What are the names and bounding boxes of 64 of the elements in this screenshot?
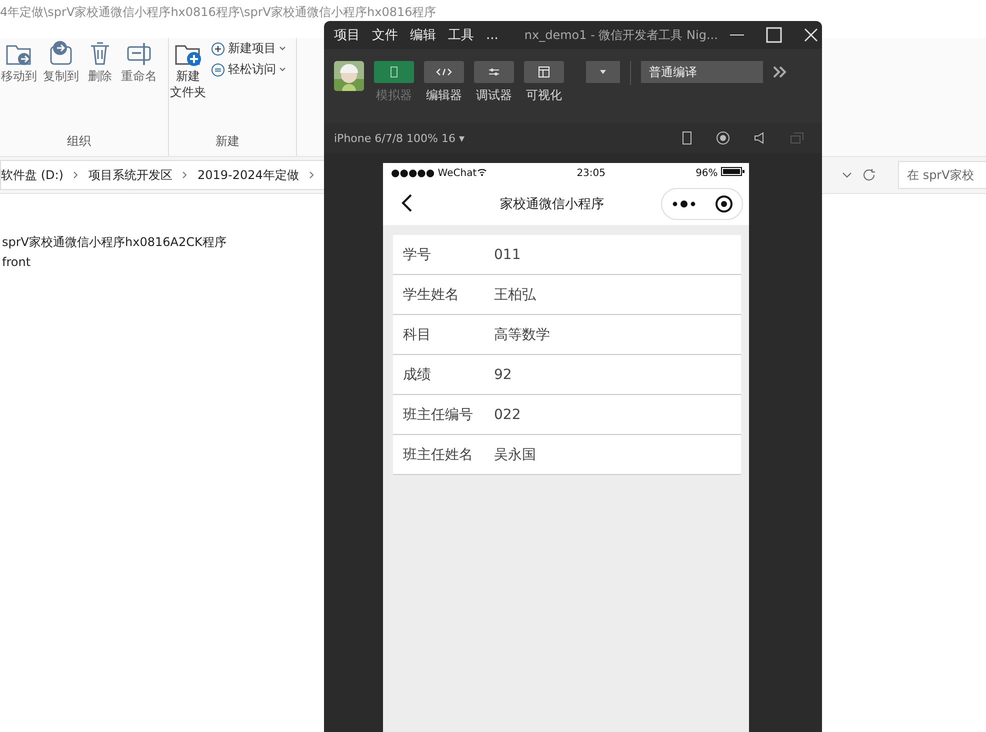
field-label: 班主任编号: [403, 406, 474, 424]
status-time: 23:05: [576, 168, 606, 178]
chevron-icon[interactable]: [842, 172, 852, 178]
caret-icon: [600, 70, 606, 74]
file-name[interactable]: sprV家校通微信小程序hx0816A2CK程序: [0, 234, 226, 252]
field-label: 科目: [403, 326, 432, 344]
phone-icon: [390, 66, 398, 78]
minimize-icon[interactable]: [730, 34, 744, 36]
chevron-icon: [279, 46, 286, 51]
compile-mode-select[interactable]: 普通编译: [641, 61, 763, 83]
menu-item[interactable]: 项目: [334, 26, 360, 44]
rename-button[interactable]: 重命名: [120, 38, 158, 84]
chevron-icon: [182, 171, 188, 179]
field-value: 022: [494, 406, 521, 422]
breadcrumb[interactable]: 软件盘 (D:): [1, 166, 64, 184]
menu-item[interactable]: 工具: [448, 26, 474, 44]
refresh-icon[interactable]: [862, 168, 876, 182]
chevron-icon: [73, 171, 78, 179]
phone-icon[interactable]: [682, 131, 692, 145]
record-icon[interactable]: [716, 131, 730, 145]
field-value: 011: [494, 246, 521, 262]
more-icon[interactable]: [672, 200, 696, 208]
field-label: 班主任姓名: [403, 446, 474, 464]
address-bar[interactable]: 软件盘 (D:) 项目系统开发区 2019-2024年定做: [0, 160, 327, 190]
code-icon: [436, 68, 452, 76]
menu-item[interactable]: ...: [486, 28, 498, 42]
page-title: 家校通微信小程序: [499, 196, 605, 213]
newfolder-button[interactable]: 新建 文件夹: [169, 38, 207, 100]
field-value: 吴永国: [494, 446, 536, 464]
close-icon[interactable]: [714, 195, 732, 213]
menu-item[interactable]: 文件: [372, 26, 398, 44]
move-button[interactable]: 移动到: [0, 38, 38, 84]
carrier-label: ●●●●● WeChat: [391, 168, 487, 178]
battery-label: 96%: [696, 167, 745, 179]
field-value: 高等数学: [494, 326, 550, 344]
speaker-icon[interactable]: [754, 132, 766, 144]
field-label: 学号: [403, 246, 432, 264]
back-icon: [401, 194, 413, 212]
file-name[interactable]: front: [0, 255, 31, 273]
wifi-icon: [476, 168, 487, 176]
search-field[interactable]: 在 sprV家校: [898, 161, 986, 189]
access-button[interactable]: 轻松访问: [211, 61, 286, 78]
maximize-icon[interactable]: [766, 27, 782, 43]
window-title: nx_demo1 - 微信开发者工具 Nig...: [524, 26, 718, 44]
path-title: 4年定做\sprV家校通微信小程序hx0816程序\sprV家校通微信小程序hx0816程序: [0, 4, 436, 21]
copy-button[interactable]: 复制到: [42, 38, 80, 84]
plus-button[interactable]: 新建项目: [211, 40, 286, 57]
swap-icon: [211, 62, 225, 76]
sliders-icon: [488, 67, 500, 77]
field-label: 学生姓名: [403, 286, 460, 304]
field-value: 92: [494, 366, 512, 382]
breadcrumb[interactable]: 2019-2024年定做: [197, 166, 299, 184]
layout-icon: [538, 66, 550, 78]
delete-button[interactable]: 删除: [84, 38, 116, 84]
plus-icon: [211, 42, 225, 56]
battery-icon: [720, 167, 745, 176]
group-label: 组织: [67, 133, 91, 150]
menu-item[interactable]: 编辑: [410, 26, 436, 44]
breadcrumb[interactable]: 项目系统开发区: [88, 166, 172, 184]
field-label: 成绩: [403, 366, 432, 384]
group-label: 新建: [216, 133, 240, 150]
field-value: 王柏弘: [494, 286, 536, 304]
chevron-icon: [308, 171, 314, 179]
chevron-icon: [279, 67, 286, 72]
